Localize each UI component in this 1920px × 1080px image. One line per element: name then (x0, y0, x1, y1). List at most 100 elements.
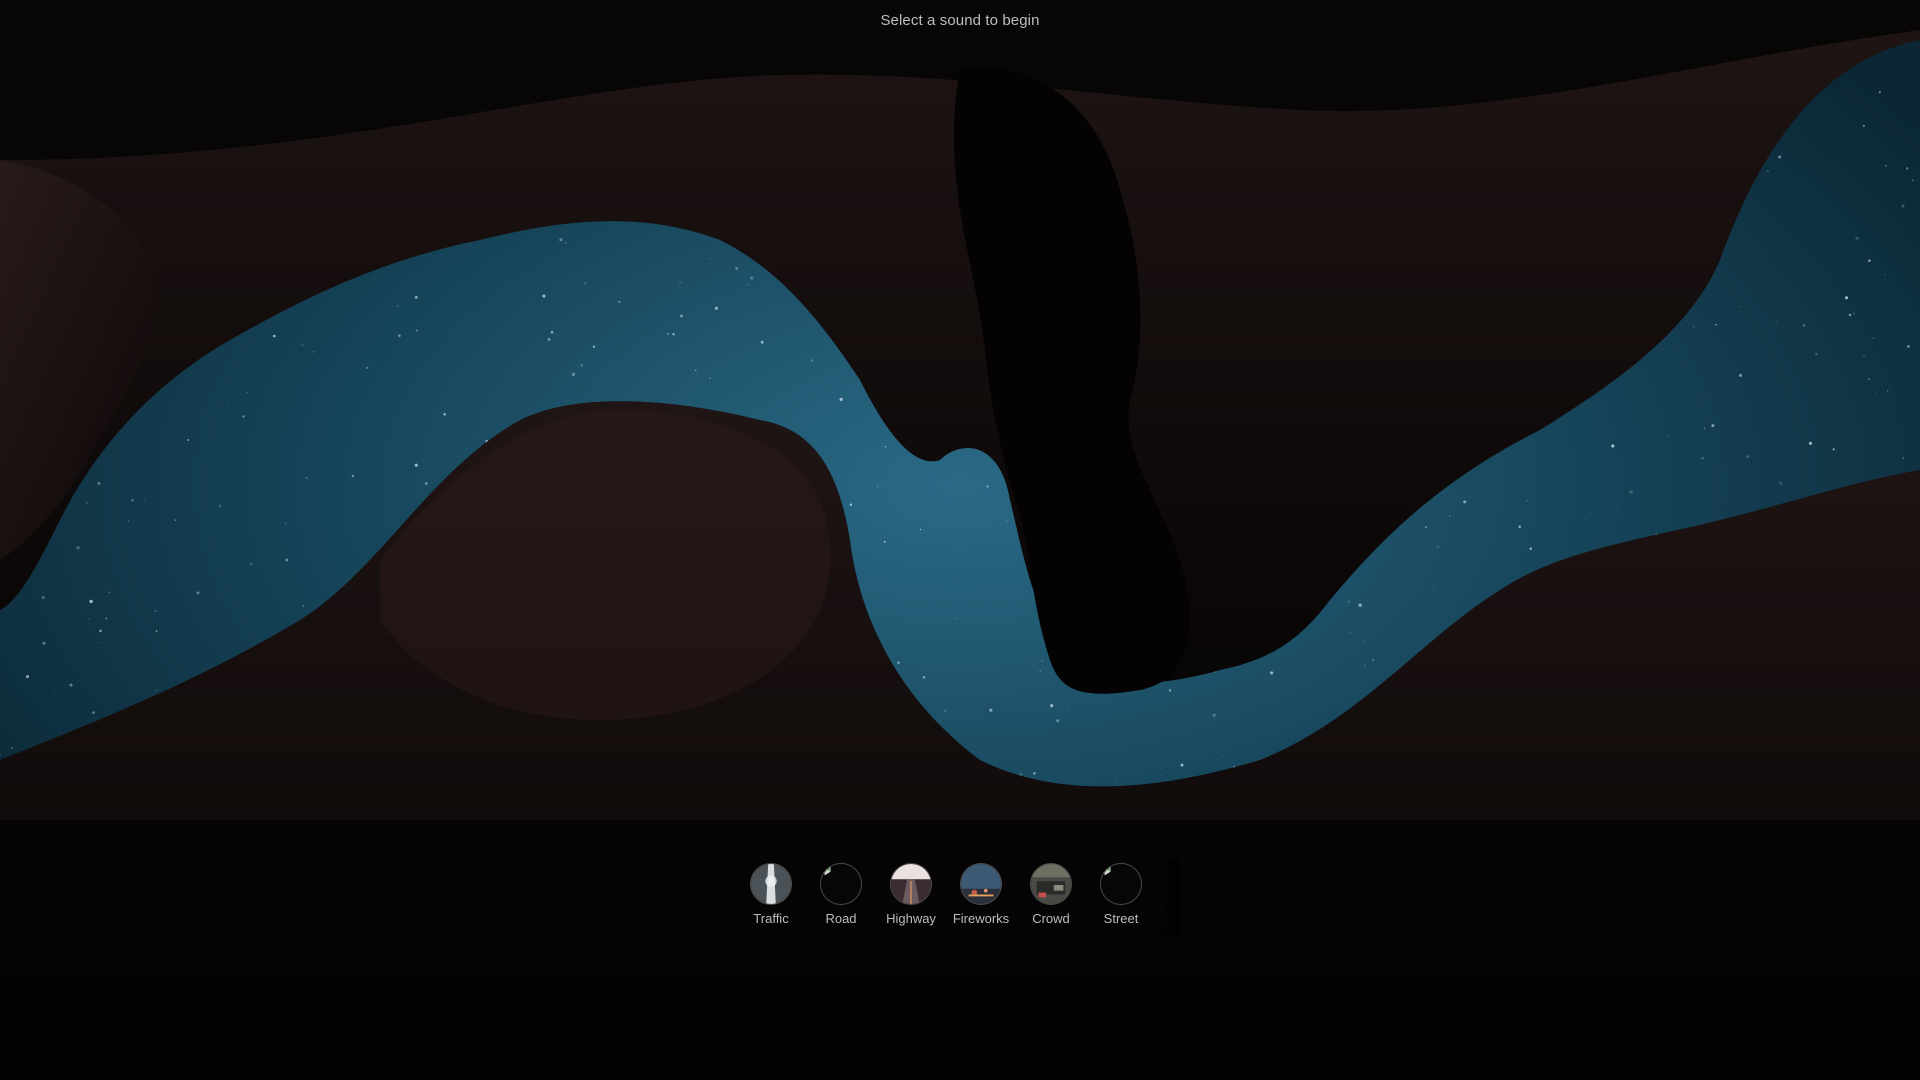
star (1885, 165, 1887, 167)
star (1767, 170, 1769, 172)
star (1902, 456, 1905, 460)
star (1212, 713, 1216, 717)
star (425, 482, 428, 485)
star (99, 629, 102, 633)
star (1855, 236, 1859, 240)
star (1808, 441, 1813, 446)
star (414, 295, 418, 299)
star (1887, 390, 1889, 392)
star (1810, 298, 1811, 299)
star (679, 282, 681, 284)
star (1778, 155, 1782, 159)
star (922, 675, 926, 679)
star (618, 300, 621, 303)
star (92, 711, 95, 714)
star (285, 558, 289, 562)
sound-option-crowd[interactable]: Crowd (1029, 863, 1073, 933)
star (956, 617, 958, 619)
star (559, 238, 563, 242)
sound-option-fireworks[interactable]: Fireworks (953, 863, 1009, 933)
star (242, 415, 245, 418)
star (1844, 296, 1849, 300)
star (1363, 640, 1364, 642)
star (154, 609, 157, 613)
star (1907, 345, 1910, 348)
star (127, 520, 130, 522)
star (1868, 259, 1871, 262)
star (547, 338, 551, 341)
star (11, 747, 13, 749)
star (245, 391, 249, 394)
star (143, 499, 146, 502)
star (41, 595, 45, 600)
star (1161, 774, 1163, 777)
star (1115, 779, 1118, 781)
star (1666, 434, 1668, 437)
star (1041, 660, 1044, 662)
star (415, 329, 418, 332)
star (1270, 671, 1274, 675)
star (778, 379, 779, 381)
star (1862, 73, 1864, 74)
star (1779, 481, 1783, 485)
star (302, 605, 304, 607)
star (1862, 124, 1865, 127)
star (1358, 603, 1362, 607)
star (366, 366, 369, 369)
sound-option-traffic[interactable]: Traffic (749, 863, 793, 933)
star (196, 591, 200, 595)
star (1884, 274, 1886, 276)
star (1775, 321, 1777, 323)
star (155, 689, 158, 692)
star (1449, 515, 1451, 517)
star (1693, 325, 1695, 328)
star (301, 343, 304, 347)
star (709, 377, 711, 380)
star (958, 579, 960, 581)
star (355, 434, 357, 435)
star (105, 617, 108, 620)
star (97, 641, 99, 644)
star (397, 305, 399, 307)
star (735, 266, 739, 270)
star (1635, 440, 1637, 442)
star (1852, 312, 1855, 315)
star (345, 532, 346, 533)
star (1180, 763, 1184, 767)
star (1006, 520, 1008, 522)
sound-option-highway[interactable]: Highway (886, 863, 936, 933)
star (680, 314, 683, 318)
star (174, 519, 177, 521)
star (97, 482, 101, 485)
star (1066, 707, 1068, 710)
star (305, 476, 308, 480)
star (1802, 324, 1806, 327)
star (1039, 670, 1042, 673)
star (1700, 457, 1702, 459)
star (1526, 499, 1528, 502)
road-thumbnail-icon (820, 863, 862, 905)
star (919, 528, 922, 531)
star (1222, 755, 1224, 757)
sound-option-street[interactable]: Street (1099, 863, 1143, 933)
star (108, 591, 111, 594)
crowd-thumbnail-icon (1030, 863, 1072, 905)
star (130, 498, 135, 502)
highway-thumbnail-icon (890, 863, 932, 905)
star (750, 276, 754, 280)
star (584, 282, 587, 285)
star (708, 257, 711, 260)
star (1518, 525, 1521, 529)
select-sound-prompt: Select a sound to begin (880, 12, 1040, 29)
sound-option-road[interactable]: Road (819, 863, 863, 933)
star (42, 641, 46, 645)
star (1032, 771, 1036, 775)
traffic-thumbnail-icon (750, 863, 792, 905)
star (1848, 313, 1852, 317)
street-thumbnail-icon (1100, 863, 1142, 905)
star (25, 675, 30, 679)
star (550, 330, 554, 334)
star (285, 522, 287, 524)
star (883, 540, 886, 543)
star (1739, 305, 1742, 308)
